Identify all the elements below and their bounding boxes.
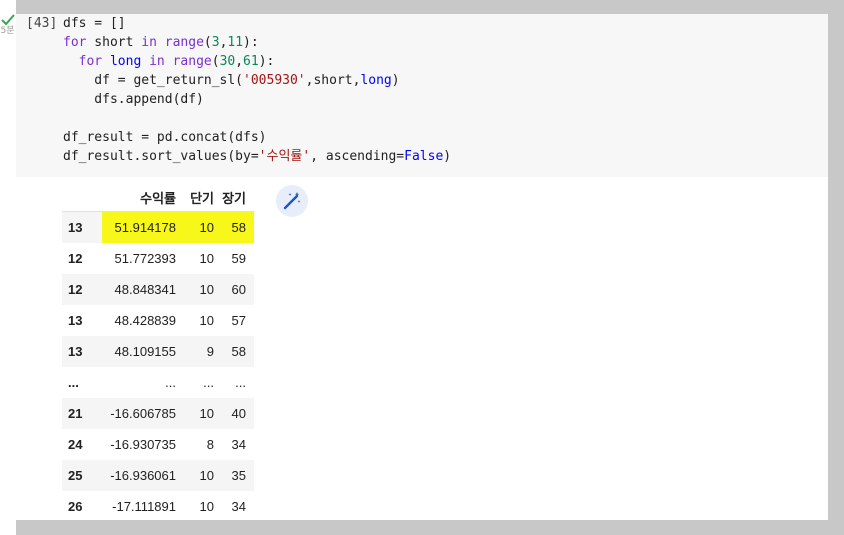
cell-return: ... [165, 375, 176, 390]
cell-return: -17.111891 [112, 499, 176, 514]
cell-return: -16.930735 [110, 437, 176, 452]
cell-return: 48.428839 [114, 313, 176, 328]
cell-long: 58 [218, 336, 254, 367]
table-row: 12 48.848341 10 60 [62, 274, 254, 305]
code-content[interactable]: dfs = [] for short in range(3,11): for l… [63, 14, 451, 166]
table-row: 24 -16.930735 8 34 [62, 429, 254, 460]
cell-long: 34 [231, 437, 246, 452]
row-index: 25 [62, 460, 102, 491]
cell-short: 9 [180, 336, 218, 367]
left-gutter [0, 0, 16, 535]
cell-return: 48.848341 [102, 274, 180, 305]
table-row: 13 48.428839 10 57 [62, 305, 254, 336]
cell-short: ... [203, 375, 214, 390]
cell-long: 35 [218, 460, 254, 491]
code-line: df = get_return_sl('005930',short,long) [63, 73, 400, 88]
code-line: dfs = [] [63, 16, 126, 31]
table-row: 25 -16.936061 10 35 [62, 460, 254, 491]
column-header: 장기 [222, 191, 246, 206]
cell-short: 10 [180, 211, 218, 243]
check-icon [1, 14, 15, 26]
cell-return: 48.109155 [102, 336, 180, 367]
run-status: 5분 [0, 14, 16, 36]
code-line: df_result = pd.concat(dfs) [63, 130, 267, 145]
run-time: 5분 [0, 26, 15, 36]
cell-short: 10 [180, 398, 218, 429]
row-index: 13 [62, 336, 102, 367]
cell-long: 60 [218, 274, 254, 305]
table-row: 12 51.772393 10 59 [62, 243, 254, 274]
index-header [62, 184, 102, 212]
table-row: ... ... ... ... [62, 367, 254, 398]
cell-long: 34 [231, 499, 246, 514]
row-index: 13 [62, 211, 102, 243]
execution-count: [43] [26, 16, 58, 31]
cell-return: 51.914178 [102, 211, 180, 243]
cell-long: ... [235, 375, 246, 390]
magic-wand-icon [283, 192, 301, 210]
row-index: 24 [68, 437, 83, 452]
code-cell[interactable]: [43] dfs = [] for short in range(3,11): … [16, 14, 828, 520]
magic-wand-button[interactable] [276, 185, 308, 217]
cell-long: 59 [231, 251, 246, 266]
code-line: for short in range(3,11): [63, 35, 259, 50]
dataframe-table: 수익률 단기 장기 13 51.914178 10 58 12 51.77239… [62, 184, 254, 520]
row-index: 21 [62, 398, 102, 429]
table-row: 21 -16.606785 10 40 [62, 398, 254, 429]
row-index: 12 [68, 251, 83, 266]
table-header-row: 수익률 단기 장기 [62, 184, 254, 212]
cell-return: 51.772393 [114, 251, 176, 266]
table-row: 13 51.914178 10 58 [62, 211, 254, 243]
code-line: for long in range(30,61): [78, 54, 275, 69]
code-line: dfs.append(df) [63, 92, 204, 107]
cell-return: -16.936061 [102, 460, 180, 491]
row-index: 13 [68, 313, 83, 328]
cell-output: 수익률 단기 장기 13 51.914178 10 58 12 51.77239… [16, 177, 828, 520]
cell-long: 57 [231, 313, 246, 328]
row-index: 26 [68, 499, 83, 514]
cell-short: 8 [206, 437, 214, 452]
column-header: 단기 [190, 191, 214, 206]
cell-short: 10 [199, 251, 214, 266]
cell-return: -16.606785 [102, 398, 180, 429]
cell-short: 10 [199, 313, 214, 328]
cell-long: 58 [218, 211, 254, 243]
cell-short: 10 [180, 274, 218, 305]
cell-short: 10 [199, 499, 214, 514]
cell-short: 10 [180, 460, 218, 491]
row-index: ... [68, 375, 79, 390]
table-row: 13 48.109155 9 58 [62, 336, 254, 367]
code-line: df_result.sort_values(by='수익률', ascendin… [63, 149, 452, 164]
column-header: 수익률 [140, 191, 176, 206]
code-editor[interactable]: [43] dfs = [] for short in range(3,11): … [16, 14, 828, 177]
row-index: 12 [62, 274, 102, 305]
table-row: 26 -17.111891 10 34 [62, 491, 254, 520]
cell-long: 40 [218, 398, 254, 429]
